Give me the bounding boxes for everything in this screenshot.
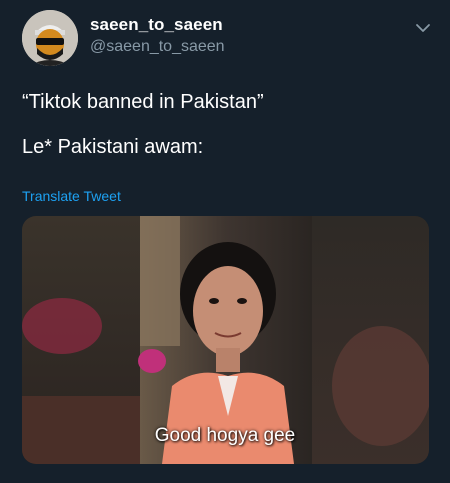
tweet-card: saeen_to_saeen @saeen_to_saeen “Tiktok b… [0,0,450,483]
tweet-text-line-1: “Tiktok banned in Pakistan” [22,91,264,113]
avatar-image [22,10,78,66]
avatar[interactable] [22,10,78,66]
translate-tweet-link[interactable]: Translate Tweet [22,188,121,204]
author-handle[interactable]: @saeen_to_saeen [90,38,225,56]
tweet-text-line-2: Le* Pakistani awam: [22,136,204,158]
chevron-down-icon[interactable] [414,22,432,34]
video-caption: Good hogya gee [154,425,296,446]
author-display-name[interactable]: saeen_to_saeen [90,15,223,35]
